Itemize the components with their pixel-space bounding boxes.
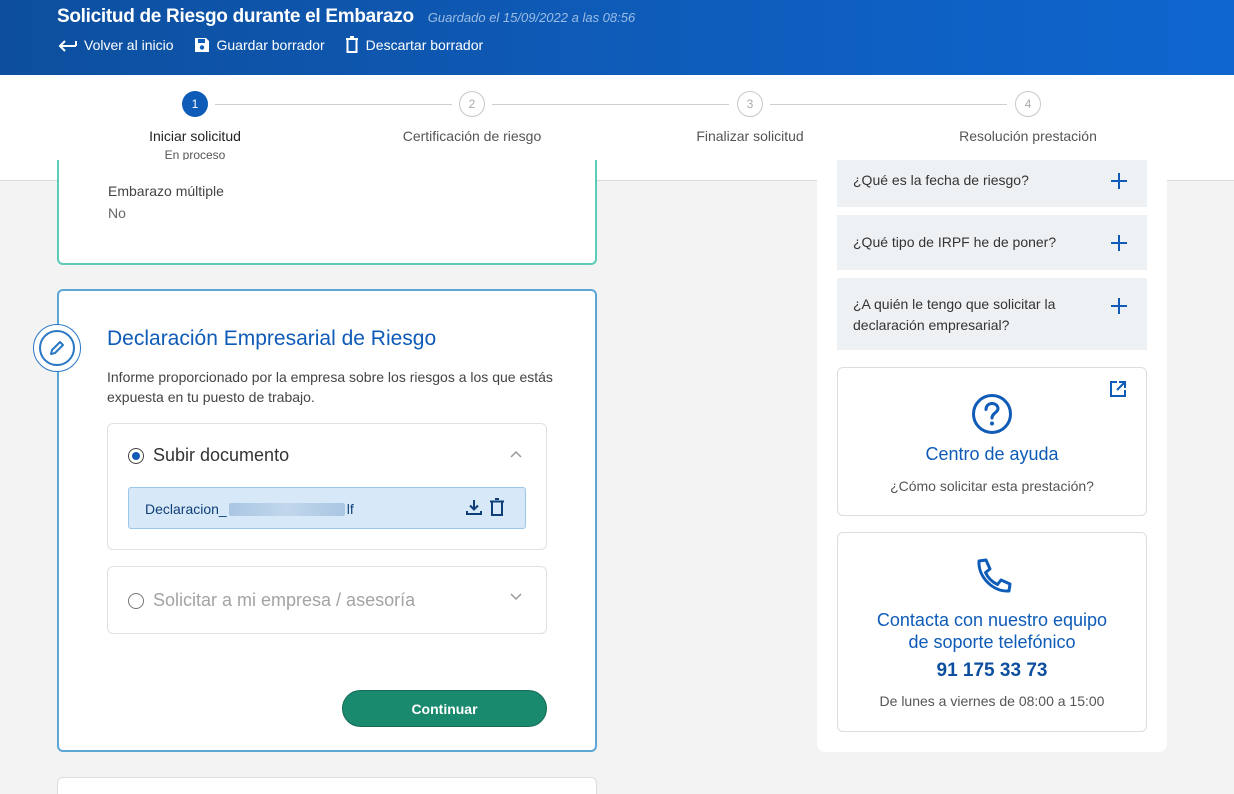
- edit-section-badge: [33, 324, 81, 372]
- file-name-suffix: lf: [346, 501, 354, 517]
- faq-question: ¿Qué tipo de IRPF he de poner?: [853, 234, 1057, 250]
- faq-question: ¿A quién le tengo que solicitar la decla…: [853, 296, 1056, 333]
- phone-icon: [977, 558, 1012, 593]
- help-center-title: Centro de ayuda: [925, 444, 1059, 464]
- pregnancy-details-card: Embarazo múltiple No: [57, 160, 597, 265]
- pencil-circle-icon: [39, 330, 75, 366]
- redacted-filename: [228, 502, 345, 516]
- arrow-left-icon: [58, 39, 77, 52]
- back-to-home-button[interactable]: Volver al inicio: [57, 36, 174, 53]
- step-4: 4 Resolución prestación: [928, 91, 1128, 144]
- save-draft-button[interactable]: Guardar borrador: [194, 36, 325, 53]
- file-actions: [465, 498, 505, 516]
- risk-declaration-card: Declaración Empresarial de Riesgo Inform…: [57, 289, 597, 752]
- step-1-number: 1: [182, 91, 208, 117]
- faq-item[interactable]: ¿A quién le tengo que solicitar la decla…: [837, 278, 1147, 350]
- upload-document-radio[interactable]: [128, 447, 144, 464]
- saved-timestamp: Guardado el 15/09/2022 a las 08:56: [427, 10, 636, 25]
- page-title: Solicitud de Riesgo durante el Embarazo: [57, 6, 414, 27]
- faq-question: ¿Qué es la fecha de riesgo?: [853, 172, 1029, 188]
- question-circle-icon: [972, 394, 1012, 434]
- multiple-pregnancy-value: No: [108, 205, 126, 221]
- step-3-number: 3: [737, 91, 763, 117]
- file-name-prefix: Declaracion_: [145, 501, 227, 517]
- plus-icon[interactable]: [1111, 173, 1127, 189]
- header-title-row: Solicitud de Riesgo durante el Embarazo …: [57, 6, 635, 28]
- discard-draft-label: Descartar borrador: [365, 36, 484, 53]
- request-company-radio-row[interactable]: Solicitar a mi empresa / asesoría: [128, 590, 415, 611]
- upload-document-option: Subir documento Declaracion_ lf: [107, 423, 547, 550]
- app-header: Solicitud de Riesgo durante el Embarazo …: [0, 0, 1234, 75]
- header-actions: Volver al inicio Guardar borrador Descar…: [57, 36, 483, 53]
- floppy-disk-icon: [194, 37, 209, 52]
- request-company-label: Solicitar a mi empresa / asesoría: [153, 590, 416, 610]
- uploaded-file-name: Declaracion_ lf: [145, 501, 354, 517]
- trash-icon: [345, 36, 358, 53]
- multiple-pregnancy-label: Embarazo múltiple: [108, 183, 224, 199]
- delete-file-icon[interactable]: [489, 498, 505, 516]
- faq-item[interactable]: ¿Qué es la fecha de riesgo?: [837, 160, 1147, 207]
- step-1: 1 Iniciar solicitud En proceso: [95, 91, 295, 162]
- step-4-number: 4: [1015, 91, 1041, 117]
- step-1-label: Iniciar solicitud: [149, 128, 241, 144]
- chevron-up-icon[interactable]: [510, 450, 522, 458]
- phone-hours: De lunes a viernes de 08:00 a 15:00: [879, 693, 1105, 709]
- phone-support-title: Contacta con nuestro equipo de soporte t…: [876, 610, 1108, 652]
- external-link-icon[interactable]: [1109, 380, 1127, 398]
- request-company-option: Solicitar a mi empresa / asesoría: [107, 566, 547, 634]
- download-icon[interactable]: [465, 498, 483, 516]
- step-3: 3 Finalizar solicitud: [650, 91, 850, 144]
- uploaded-file: Declaracion_ lf: [128, 487, 526, 529]
- section-title: Declaración Empresarial de Riesgo: [107, 327, 437, 350]
- step-2-number: 2: [459, 91, 485, 117]
- help-center-subtitle: ¿Cómo solicitar esta prestación?: [890, 478, 1094, 494]
- request-company-radio[interactable]: [128, 592, 144, 609]
- faq-item[interactable]: ¿Qué tipo de IRPF he de poner?: [837, 215, 1147, 270]
- continue-button[interactable]: Continuar: [342, 690, 547, 727]
- step-4-label: Resolución prestación: [959, 128, 1097, 144]
- phone-support-card: Contacta con nuestro equipo de soporte t…: [837, 532, 1147, 732]
- chevron-down-icon[interactable]: [510, 593, 522, 601]
- upload-document-label: Subir documento: [153, 445, 290, 465]
- step-3-label: Finalizar solicitud: [696, 128, 804, 144]
- help-center-card[interactable]: Centro de ayuda ¿Cómo solicitar esta pre…: [837, 367, 1147, 516]
- next-section-card: [57, 777, 597, 794]
- step-2: 2 Certificación de riesgo: [372, 91, 572, 144]
- section-description: Informe proporcionado por la empresa sob…: [107, 369, 553, 405]
- discard-draft-button[interactable]: Descartar borrador: [345, 36, 484, 53]
- save-draft-label: Guardar borrador: [216, 36, 325, 53]
- phone-number[interactable]: 91 175 33 73: [838, 660, 1146, 682]
- upload-document-radio-row[interactable]: Subir documento: [128, 445, 289, 466]
- plus-icon[interactable]: [1111, 298, 1127, 314]
- step-2-label: Certificación de riesgo: [402, 128, 542, 144]
- back-to-home-label: Volver al inicio: [84, 36, 174, 53]
- plus-icon[interactable]: [1111, 235, 1127, 251]
